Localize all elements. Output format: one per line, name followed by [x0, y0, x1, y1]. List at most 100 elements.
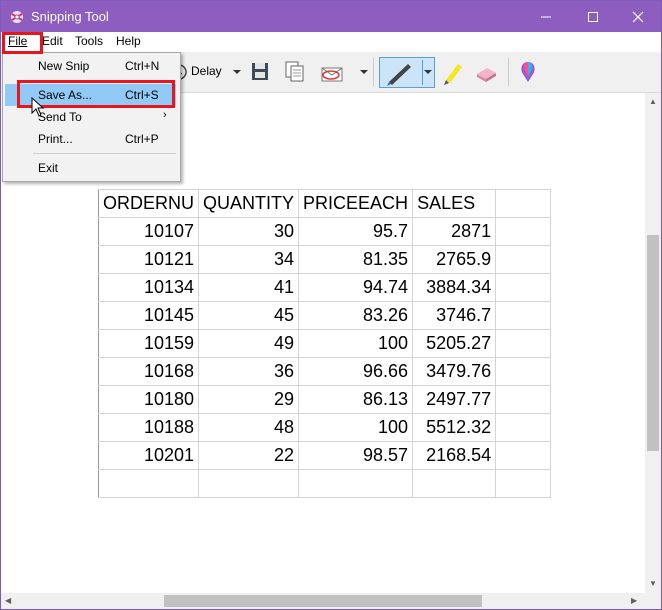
scroll-down-icon[interactable]: ▼ — [649, 579, 657, 588]
horizontal-scrollbar[interactable]: ◀ ▶ — [1, 593, 645, 609]
vertical-scroll-thumb[interactable] — [647, 235, 659, 451]
empty-cell — [495, 329, 551, 358]
scrollbar-corner — [645, 593, 661, 609]
column-header: SALES — [412, 189, 497, 218]
table-cell: 3479.76 — [412, 357, 497, 386]
table-row: 10134 41 94.74 3884.34 — [97, 273, 551, 302]
menu-item-new-snip[interactable]: New Snip Ctrl+N — [5, 55, 176, 77]
table-cell: 3884.34 — [412, 273, 497, 302]
menu-item-print[interactable]: Print... Ctrl+P — [5, 128, 176, 150]
toolbar-separator — [373, 58, 374, 86]
title-bar: Snipping Tool — [1, 1, 661, 32]
column-header: ORDERNU — [97, 189, 200, 218]
minimize-button[interactable] — [523, 1, 569, 32]
scroll-left-icon[interactable]: ◀ — [5, 596, 11, 605]
table-cell: 96.66 — [298, 357, 414, 386]
empty-cell — [412, 469, 497, 498]
close-button[interactable] — [615, 1, 661, 32]
empty-cell — [495, 273, 551, 302]
table-row: 10107 30 95.7 2871 — [97, 217, 551, 246]
empty-cell — [495, 441, 551, 470]
table-cell: 98.57 — [298, 441, 414, 470]
empty-cell — [495, 189, 551, 218]
table-row — [97, 469, 551, 498]
table-cell: 3746.7 — [412, 301, 497, 330]
table-row: 10168 36 96.66 3479.76 — [97, 357, 551, 386]
table-cell: 36 — [198, 357, 300, 386]
paint3d-icon[interactable] — [517, 58, 539, 86]
table-cell: 81.35 — [298, 245, 414, 274]
menu-separator — [33, 153, 176, 154]
save-icon[interactable] — [250, 58, 270, 86]
empty-cell — [97, 469, 200, 498]
eraser-icon[interactable] — [473, 58, 499, 86]
empty-cell — [298, 469, 414, 498]
table-cell: 10180 — [97, 385, 200, 414]
send-email-icon[interactable] — [319, 58, 347, 86]
spreadsheet-table: ORDERNU QUANTITY PRICEEACH SALES 10107 30… — [97, 189, 551, 498]
table-cell: 10134 — [97, 273, 200, 302]
empty-cell — [495, 217, 551, 246]
scroll-right-icon[interactable]: ▶ — [631, 596, 637, 605]
table-cell: 48 — [198, 413, 300, 442]
copy-icon[interactable] — [284, 58, 306, 86]
table-cell: 10145 — [97, 301, 200, 330]
table-cell: 100 — [298, 413, 414, 442]
horizontal-scroll-thumb[interactable] — [164, 595, 482, 607]
table-cell: 10107 — [97, 217, 200, 246]
close-icon — [632, 11, 644, 23]
column-header: PRICEEACH — [298, 189, 414, 218]
column-header: QUANTITY — [198, 189, 300, 218]
email-dropdown-icon[interactable] — [359, 58, 369, 86]
menu-tools[interactable]: Tools — [75, 34, 103, 48]
empty-cell — [495, 357, 551, 386]
captured-spreadsheet: ORDERNU QUANTITY PRICEEACH SALES 10107 30… — [97, 189, 551, 500]
window-title: Snipping Tool — [31, 9, 109, 24]
empty-cell — [495, 245, 551, 274]
menu-bar: File Edit Tools Help — [1, 32, 661, 52]
table-cell: 94.74 — [298, 273, 414, 302]
maximize-button[interactable] — [570, 1, 616, 32]
table-cell: 34 — [198, 245, 300, 274]
table-cell: 100 — [298, 329, 414, 358]
table-cell: 10121 — [97, 245, 200, 274]
menu-help[interactable]: Help — [116, 34, 141, 48]
table-cell: 10168 — [97, 357, 200, 386]
empty-cell — [495, 301, 551, 330]
table-cell: 95.7 — [298, 217, 414, 246]
pen-icon — [387, 60, 432, 86]
vertical-scrollbar[interactable]: ▲ ▼ — [645, 93, 661, 593]
table-row: 10180 29 86.13 2497.77 — [97, 385, 551, 414]
table-cell: 2765.9 — [412, 245, 497, 274]
delay-button[interactable]: Delay — [191, 64, 222, 78]
delay-dropdown-icon[interactable] — [232, 58, 242, 86]
scroll-up-icon[interactable]: ▲ — [649, 97, 657, 106]
menu-edit[interactable]: Edit — [42, 34, 63, 48]
table-cell: 49 — [198, 329, 300, 358]
mouse-cursor-icon — [31, 97, 45, 117]
menu-item-label: New Snip — [38, 59, 90, 73]
table-row: 10201 22 98.57 2168.54 — [97, 441, 551, 470]
empty-cell — [198, 469, 300, 498]
empty-cell — [495, 413, 551, 442]
menu-item-shortcut: Ctrl+P — [125, 132, 159, 146]
table-cell: 2168.54 — [412, 441, 497, 470]
menu-item-shortcut: Ctrl+N — [125, 59, 160, 73]
table-cell: 22 — [198, 441, 300, 470]
table-cell: 45 — [198, 301, 300, 330]
table-cell: 10188 — [97, 413, 200, 442]
table-row: 10159 49 100 5205.27 — [97, 329, 551, 358]
table-cell: 29 — [198, 385, 300, 414]
table-cell: 83.26 — [298, 301, 414, 330]
table-cell: 10159 — [97, 329, 200, 358]
empty-cell — [495, 469, 551, 498]
table-cell: 41 — [198, 273, 300, 302]
table-cell: 2497.77 — [412, 385, 497, 414]
snipping-tool-window: Snipping Tool File Edit Tools Help Delay — [0, 0, 662, 610]
highlighter-icon[interactable] — [440, 58, 464, 86]
menu-item-exit[interactable]: Exit — [5, 157, 176, 179]
toolbar-separator — [508, 58, 509, 86]
menu-item-label: Print... — [38, 132, 73, 146]
pen-tool-button[interactable] — [379, 57, 435, 88]
table-row: 10188 48 100 5512.32 — [97, 413, 551, 442]
